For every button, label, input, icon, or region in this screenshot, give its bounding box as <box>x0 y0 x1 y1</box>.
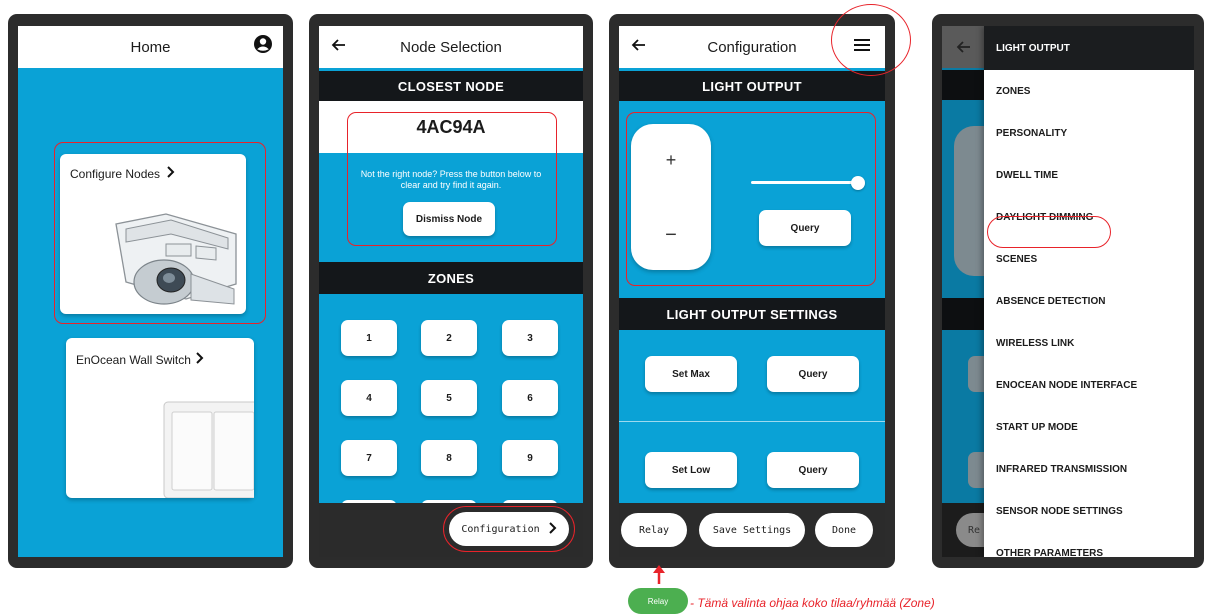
annotation-arrow <box>652 565 666 585</box>
zone-button[interactable]: 5 <box>421 380 477 416</box>
set-max-button[interactable]: Set Max <box>645 356 737 392</box>
relay-badge: Relay <box>628 588 688 614</box>
bottom-bar: Configuration <box>319 503 583 557</box>
phone-node-selection: Node Selection CLOSEST NODE 4AC94A Not t… <box>309 14 593 568</box>
relay-button[interactable]: Relay <box>621 513 687 547</box>
configuration-screen: Configuration LIGHT OUTPUT + − Query LIG… <box>619 26 885 557</box>
menu-item-sensor-node-settings[interactable]: SENSOR NODE SETTINGS <box>984 490 1194 532</box>
menu-item-light-output[interactable]: LIGHT OUTPUT <box>984 26 1194 70</box>
menu-item-absence-detection[interactable]: ABSENCE DETECTION <box>984 280 1194 322</box>
query-button[interactable]: Query <box>767 452 859 488</box>
zone-button[interactable]: 8 <box>421 440 477 476</box>
menu-item-enocean-node-interface[interactable]: ENOCEAN NODE INTERFACE <box>984 364 1194 406</box>
done-button[interactable]: Done <box>815 513 873 547</box>
menu-item-zones[interactable]: ZONES <box>984 70 1194 112</box>
menu-item-dwell-time[interactable]: DWELL TIME <box>984 154 1194 196</box>
highlight-configuration <box>443 506 575 552</box>
set-low-button[interactable]: Set Low <box>645 452 737 488</box>
highlight-menu-circle <box>831 4 911 76</box>
node-selection-screen: Node Selection CLOSEST NODE 4AC94A Not t… <box>319 26 583 557</box>
divider <box>619 421 885 422</box>
back-arrow-icon[interactable] <box>329 35 349 55</box>
annotation-note: - Tämä valinta ohjaa koko tilaa/ryhmää (… <box>690 596 935 610</box>
zone-button[interactable]: 9 <box>502 440 558 476</box>
menu-item-wireless-link[interactable]: WIRELESS LINK <box>984 322 1194 364</box>
menu-item-start-up-mode[interactable]: START UP MODE <box>984 406 1194 448</box>
closest-node-header: CLOSEST NODE <box>319 71 583 101</box>
page-title: Configuration <box>707 38 797 56</box>
bottom-bar: Relay Save Settings Done <box>619 503 885 557</box>
zone-button[interactable]: 1 <box>341 320 397 356</box>
menu-screen: Re LIGHT OUTPUT ZONES PERSONALITY DWELL … <box>942 26 1194 557</box>
phone-menu: Re LIGHT OUTPUT ZONES PERSONALITY DWELL … <box>932 14 1204 568</box>
zones-header: ZONES <box>319 262 583 294</box>
highlight-configure-nodes <box>54 142 266 324</box>
zone-button[interactable]: 6 <box>502 380 558 416</box>
highlight-daylight-dimming <box>987 216 1111 248</box>
highlight-closest-node <box>347 112 557 246</box>
enocean-wall-switch-label: EnOcean Wall Switch <box>76 352 191 367</box>
menu-item-infrared-transmission[interactable]: INFRARED TRANSMISSION <box>984 448 1194 490</box>
account-icon[interactable] <box>253 34 273 58</box>
light-output-settings-header: LIGHT OUTPUT SETTINGS <box>619 298 885 330</box>
zone-button[interactable]: 3 <box>502 320 558 356</box>
menu-item-personality[interactable]: PERSONALITY <box>984 112 1194 154</box>
home-screen: Home Configure Nodes EnOcean Wall Switch <box>18 26 283 557</box>
page-title: Home <box>130 38 171 56</box>
phone-configuration: Configuration LIGHT OUTPUT + − Query LIG… <box>609 14 895 568</box>
back-arrow-icon[interactable] <box>629 35 649 55</box>
zone-button[interactable]: 4 <box>341 380 397 416</box>
light-output-header: LIGHT OUTPUT <box>619 71 885 101</box>
phone-home: Home Configure Nodes EnOcean Wall Switch <box>8 14 293 568</box>
chevron-right-icon <box>195 352 204 367</box>
query-button[interactable]: Query <box>767 356 859 392</box>
save-settings-button[interactable]: Save Settings <box>699 513 805 547</box>
zone-button[interactable]: 2 <box>421 320 477 356</box>
highlight-light-output <box>626 112 876 286</box>
back-arrow-icon <box>954 37 974 62</box>
wall-switch-image <box>163 401 254 498</box>
app-bar: Node Selection <box>319 26 583 68</box>
zone-button[interactable]: 7 <box>341 440 397 476</box>
menu-item-other-parameters[interactable]: OTHER PARAMETERS <box>984 532 1194 558</box>
app-bar: Home <box>18 26 283 68</box>
enocean-wall-switch-card[interactable]: EnOcean Wall Switch <box>66 338 254 498</box>
nav-drawer: LIGHT OUTPUT ZONES PERSONALITY DWELL TIM… <box>984 26 1194 557</box>
page-title: Node Selection <box>400 38 502 56</box>
